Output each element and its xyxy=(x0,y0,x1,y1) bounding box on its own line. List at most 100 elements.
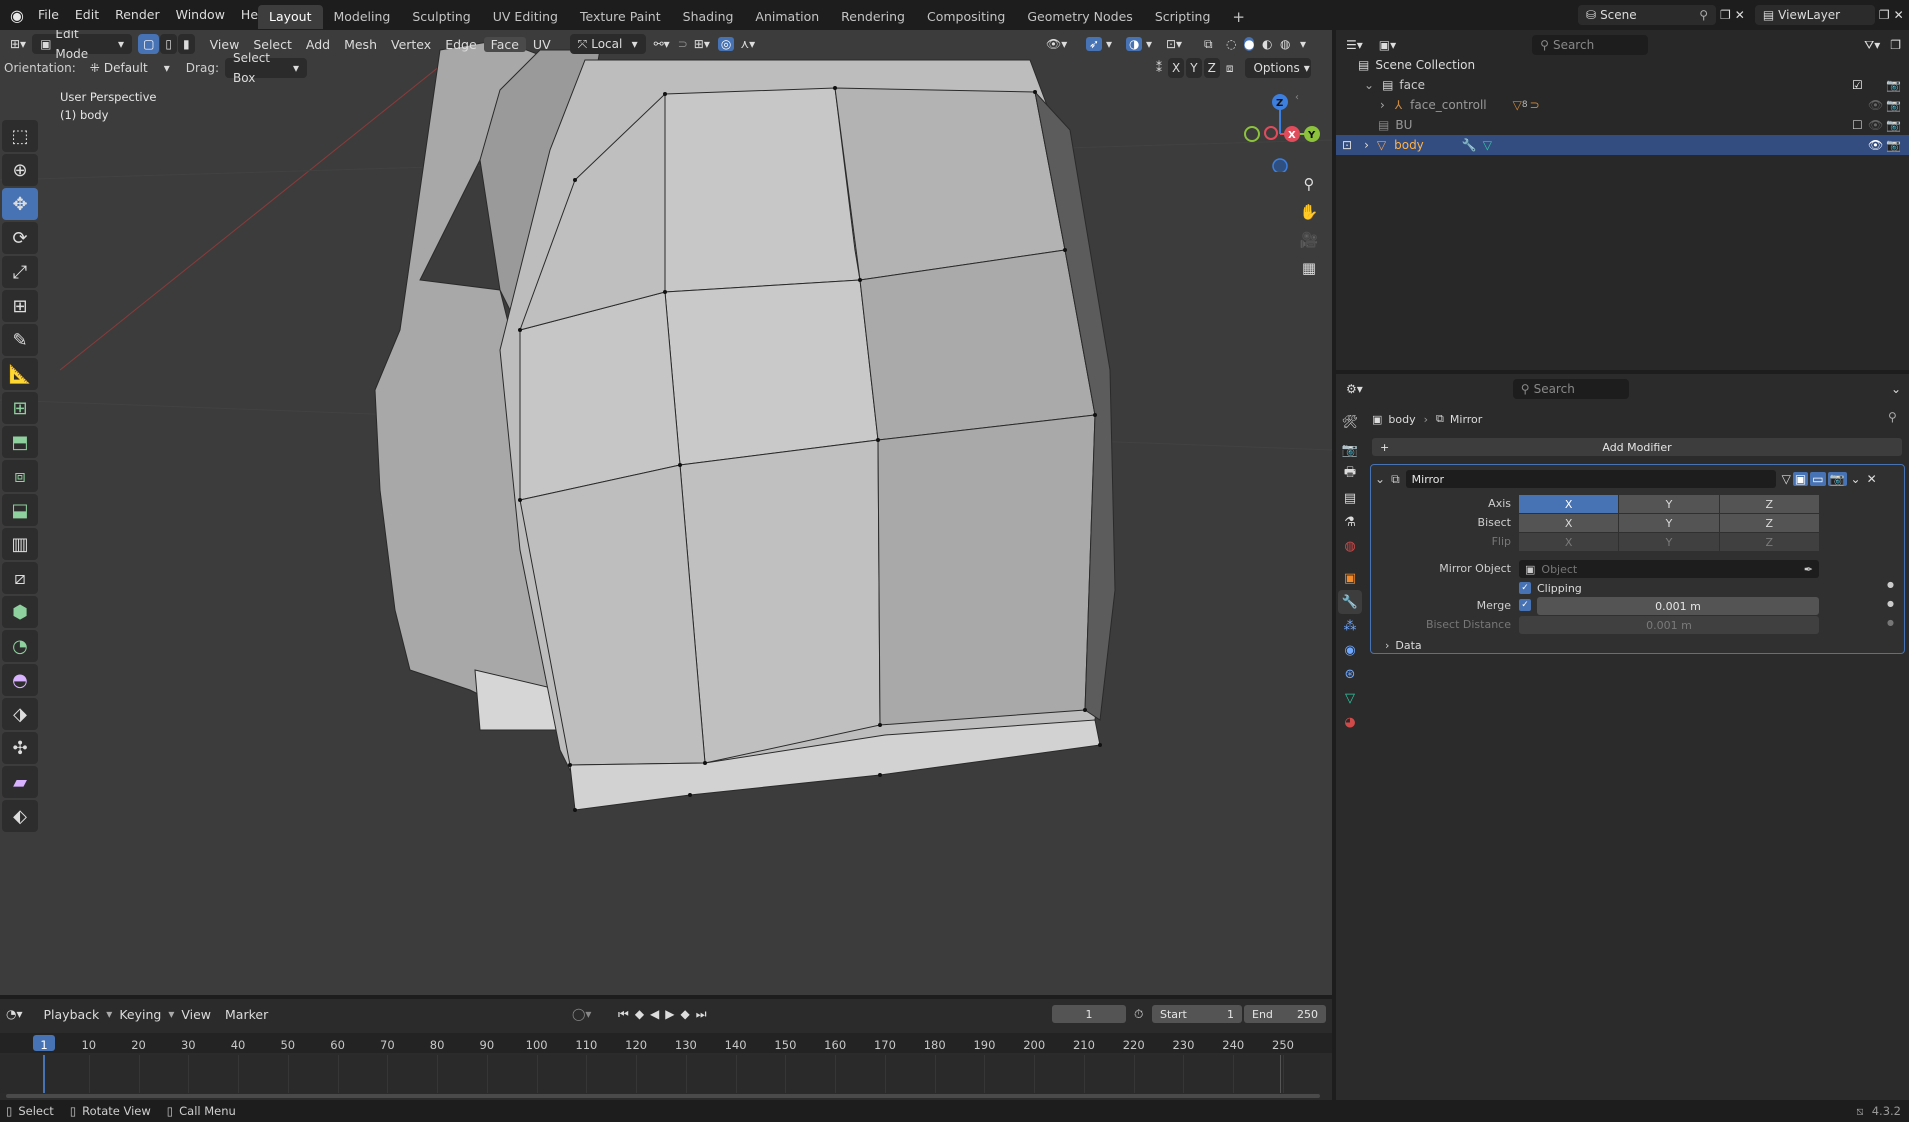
world-tab-icon[interactable]: ◍ xyxy=(1338,534,1362,558)
transform-tool-icon[interactable]: ⊞ xyxy=(2,290,38,322)
edit-cage-icon[interactable]: ▽ xyxy=(1782,472,1791,486)
outliner-search[interactable]: ⚲ Search xyxy=(1532,35,1649,55)
new-scene-icon[interactable]: ❐ xyxy=(1720,8,1731,22)
menu-window[interactable]: Window xyxy=(168,0,233,30)
collapse-sidebar-icon[interactable]: ‹ xyxy=(1295,92,1299,103)
transform-orientation-selector[interactable]: ⤧ Local ▾ xyxy=(569,34,646,54)
select-box-tool-icon[interactable]: ⬚ xyxy=(2,120,38,152)
spin-tool-icon[interactable]: ◔ xyxy=(2,630,38,662)
clipping-checkbox[interactable]: ✓ xyxy=(1519,582,1531,594)
scene-tab-icon[interactable]: ⚗ xyxy=(1338,510,1362,534)
axis-z-toggle[interactable]: Z xyxy=(1719,495,1819,513)
tab-animation[interactable]: Animation xyxy=(744,5,830,29)
modifier-name-field[interactable]: Mirror xyxy=(1405,470,1776,488)
camera-icon[interactable]: 📷 xyxy=(1886,118,1901,132)
new-collection-icon[interactable]: ❐ xyxy=(1890,38,1901,52)
menu-render[interactable]: Render xyxy=(107,0,168,30)
render-tab-icon[interactable]: 📷 xyxy=(1338,438,1362,462)
chevron-right-icon[interactable]: › xyxy=(1364,138,1369,152)
knife-tool-icon[interactable]: ⧄ xyxy=(2,562,38,594)
tab-rendering[interactable]: Rendering xyxy=(830,5,916,29)
visibility-icon[interactable]: 👁▾ xyxy=(1046,37,1067,51)
xray-icon[interactable]: ⧉ xyxy=(1204,37,1213,52)
pin-icon[interactable]: ⚲ xyxy=(1699,5,1708,25)
rip-tool-icon[interactable]: ⬖ xyxy=(2,800,38,832)
topology-mirror-icon[interactable]: ⧈ xyxy=(1222,61,1238,76)
zoom-icon[interactable]: ⚲ xyxy=(1295,170,1323,198)
menu-uv[interactable]: UV xyxy=(526,37,558,52)
output-tab-icon[interactable]: 🖶 xyxy=(1338,462,1362,486)
flip-y-toggle[interactable]: Y xyxy=(1619,533,1719,551)
tab-scripting[interactable]: Scripting xyxy=(1144,5,1222,29)
annotate-tool-icon[interactable]: ✎ xyxy=(2,324,38,356)
add-workspace-icon[interactable]: + xyxy=(1221,5,1256,29)
outliner-item-bu[interactable]: ▤ BU ☐ 👁 📷 xyxy=(1336,115,1909,135)
falloff-icon[interactable]: ⋏▾ xyxy=(740,37,755,51)
orientation-dropdown[interactable]: ⁜ Default ▾ xyxy=(82,58,178,78)
material-tab-icon[interactable]: ◕ xyxy=(1338,710,1362,734)
particles-tab-icon[interactable]: ⁂ xyxy=(1338,614,1362,638)
pan-hand-icon[interactable]: ✋ xyxy=(1295,198,1323,226)
mirror-x-toggle[interactable]: X xyxy=(1168,58,1185,78)
keyframe-dot-icon[interactable]: ● xyxy=(1887,618,1894,627)
mirror-z-toggle[interactable]: Z xyxy=(1203,58,1220,78)
eye-icon[interactable]: 👁 xyxy=(1868,98,1883,112)
blender-logo-icon[interactable]: ◉ xyxy=(4,6,30,25)
edge-select-button[interactable]: ▯ xyxy=(160,34,178,54)
cursor-tool-icon[interactable]: ⊕ xyxy=(2,154,38,186)
menu-edge[interactable]: Edge xyxy=(438,37,483,52)
chevron-down-icon[interactable]: ⌄ xyxy=(1364,78,1374,92)
smooth-tool-icon[interactable]: ◓ xyxy=(2,664,38,696)
proportional-edit-icon[interactable]: ◎ xyxy=(717,37,735,51)
mode-selector[interactable]: ▣ Edit Mode ▾ xyxy=(32,30,133,61)
merge-checkbox[interactable]: ✓ xyxy=(1519,599,1531,611)
tool-tab-icon[interactable]: 🛠 xyxy=(1338,410,1362,434)
delete-scene-icon[interactable]: ✕ xyxy=(1735,8,1745,22)
axis-y-toggle[interactable]: Y xyxy=(1619,495,1719,513)
mesh-canvas[interactable] xyxy=(0,30,1332,995)
outliner-editor-icon[interactable]: ☰▾ xyxy=(1346,38,1363,52)
chevron-right-icon[interactable]: › xyxy=(1380,98,1385,112)
edge-slide-tool-icon[interactable]: ⬗ xyxy=(2,698,38,730)
axis-x-toggle[interactable]: X xyxy=(1519,495,1619,513)
inset-tool-icon[interactable]: ⧈ xyxy=(2,460,38,492)
playhead[interactable] xyxy=(43,1055,45,1093)
constraints-tab-icon[interactable]: ⊛ xyxy=(1338,662,1362,686)
menu-vertex[interactable]: Vertex xyxy=(384,37,438,52)
timeline-scrollbar[interactable] xyxy=(6,1094,1320,1098)
camera-icon[interactable]: 📷 xyxy=(1886,98,1901,112)
object-tab-icon[interactable]: ▣ xyxy=(1338,566,1362,590)
menu-file[interactable]: File xyxy=(30,0,67,30)
properties-search[interactable]: ⚲ Search xyxy=(1512,379,1629,399)
overlay-dropdown-icon[interactable]: ▾ xyxy=(1146,37,1152,51)
shear-tool-icon[interactable]: ▰ xyxy=(2,766,38,798)
keyframe-dot-icon[interactable]: ● xyxy=(1887,599,1894,608)
menu-edit[interactable]: Edit xyxy=(67,0,107,30)
loop-cut-tool-icon[interactable]: ▥ xyxy=(2,528,38,560)
display-mode-icon[interactable]: ▣▾ xyxy=(1379,38,1396,52)
camera-icon[interactable]: 📷 xyxy=(1886,138,1901,152)
tab-shading[interactable]: Shading xyxy=(672,5,745,29)
move-tool-icon[interactable]: ✥ xyxy=(2,188,38,220)
add-modifier-button[interactable]: + Add Modifier xyxy=(1372,438,1902,456)
tab-geometry-nodes[interactable]: Geometry Nodes xyxy=(1016,5,1143,29)
bisect-x-toggle[interactable]: X xyxy=(1519,514,1619,532)
wireframe-shading-icon[interactable]: ◌ xyxy=(1226,37,1236,51)
flip-x-toggle[interactable]: X xyxy=(1519,533,1619,551)
render-toggle-icon[interactable]: 📷 xyxy=(1827,472,1847,486)
mesh-overlay-icon[interactable]: ⊡▾ xyxy=(1166,37,1182,51)
perspective-toggle-icon[interactable]: ▦ xyxy=(1295,254,1323,282)
drag-dropdown[interactable]: Select Box ▾ xyxy=(224,51,307,85)
modifier-dropdown-icon[interactable]: ⌄ xyxy=(1851,472,1861,486)
view-layer-tab-icon[interactable]: ▤ xyxy=(1338,486,1362,510)
flip-z-toggle[interactable]: Z xyxy=(1719,533,1819,551)
checkbox-icon[interactable]: ☑ xyxy=(1852,78,1863,92)
bisect-y-toggle[interactable]: Y xyxy=(1619,514,1719,532)
tab-modeling[interactable]: Modeling xyxy=(323,5,402,29)
face-select-button[interactable]: ▮ xyxy=(178,34,195,54)
eyedropper-icon[interactable]: ✒ xyxy=(1804,563,1813,576)
rendered-shading-icon[interactable]: ◍ xyxy=(1280,37,1290,51)
vertex-select-button[interactable]: ▢ xyxy=(138,34,160,54)
edit-mode-icon[interactable]: ⊡ xyxy=(1342,138,1352,152)
mirror-y-toggle[interactable]: Y xyxy=(1186,58,1202,78)
